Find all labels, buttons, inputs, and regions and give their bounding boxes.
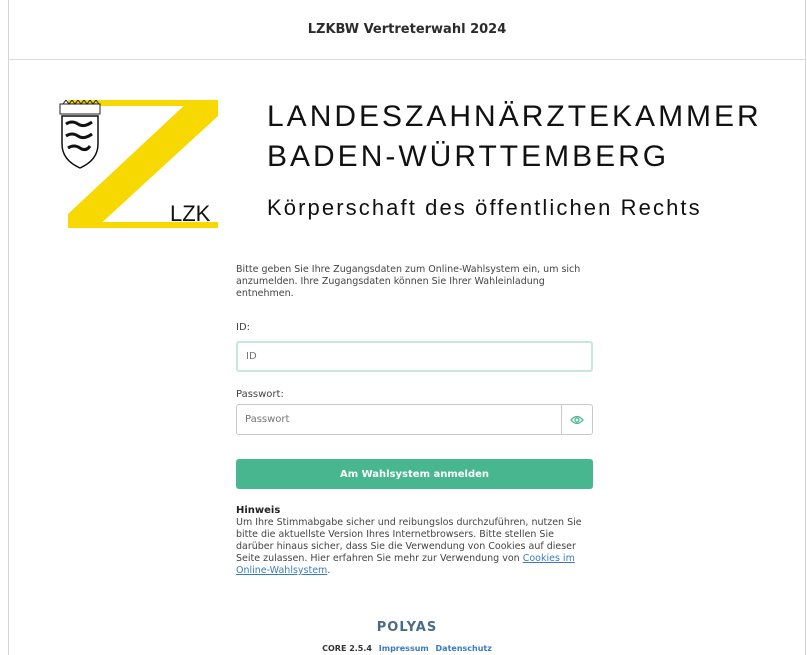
top-bar: LZKBW Vertreterwahl 2024 xyxy=(9,0,805,60)
org-name-line2: BADEN-WÜRTTEMBERG xyxy=(267,140,670,173)
version-label: CORE 2.5.4 xyxy=(322,644,372,653)
election-title: LZKBW Vertreterwahl 2024 xyxy=(307,22,507,37)
login-submit-button[interactable]: Am Wahlsystem anmelden xyxy=(236,459,593,489)
page-frame: LZKBW Vertreterwahl 2024 LZK LANDESZAHNÄ… xyxy=(8,0,806,655)
password-visibility-toggle[interactable] xyxy=(561,405,592,434)
login-intro: Bitte geben Sie Ihre Zugangsdaten zum On… xyxy=(236,264,581,299)
notice-title: Hinweis xyxy=(236,505,281,516)
notice-suffix: . xyxy=(327,565,331,576)
password-field xyxy=(236,404,593,435)
eye-icon xyxy=(570,415,584,424)
notice-box: Hinweis Um Ihre Stimmabgabe sicher und r… xyxy=(236,505,593,577)
logo-text: LZK xyxy=(170,201,211,226)
footer-links: CORE 2.5.4 Impressum Datenschutz xyxy=(9,644,805,653)
datenschutz-link[interactable]: Datenschutz xyxy=(436,644,492,653)
coat-of-arms-icon xyxy=(59,99,101,169)
notice-text: Um Ihre Stimmabgabe sicher und reibungsl… xyxy=(236,517,593,577)
impressum-link[interactable]: Impressum xyxy=(379,644,429,653)
id-input[interactable] xyxy=(236,341,593,372)
polyas-logo: POLYAS xyxy=(376,620,438,635)
lzk-logo: LZK xyxy=(58,99,218,228)
login-form: Bitte geben Sie Ihre Zugangsdaten zum On… xyxy=(236,264,593,576)
id-label: ID: xyxy=(236,322,251,333)
password-input[interactable] xyxy=(237,405,561,434)
password-label: Passwort: xyxy=(236,389,284,400)
org-name-line1: LANDESZAHNÄRZTEKAMMER xyxy=(267,100,762,133)
org-subtitle: Körperschaft des öffentlichen Rechts xyxy=(267,195,702,220)
